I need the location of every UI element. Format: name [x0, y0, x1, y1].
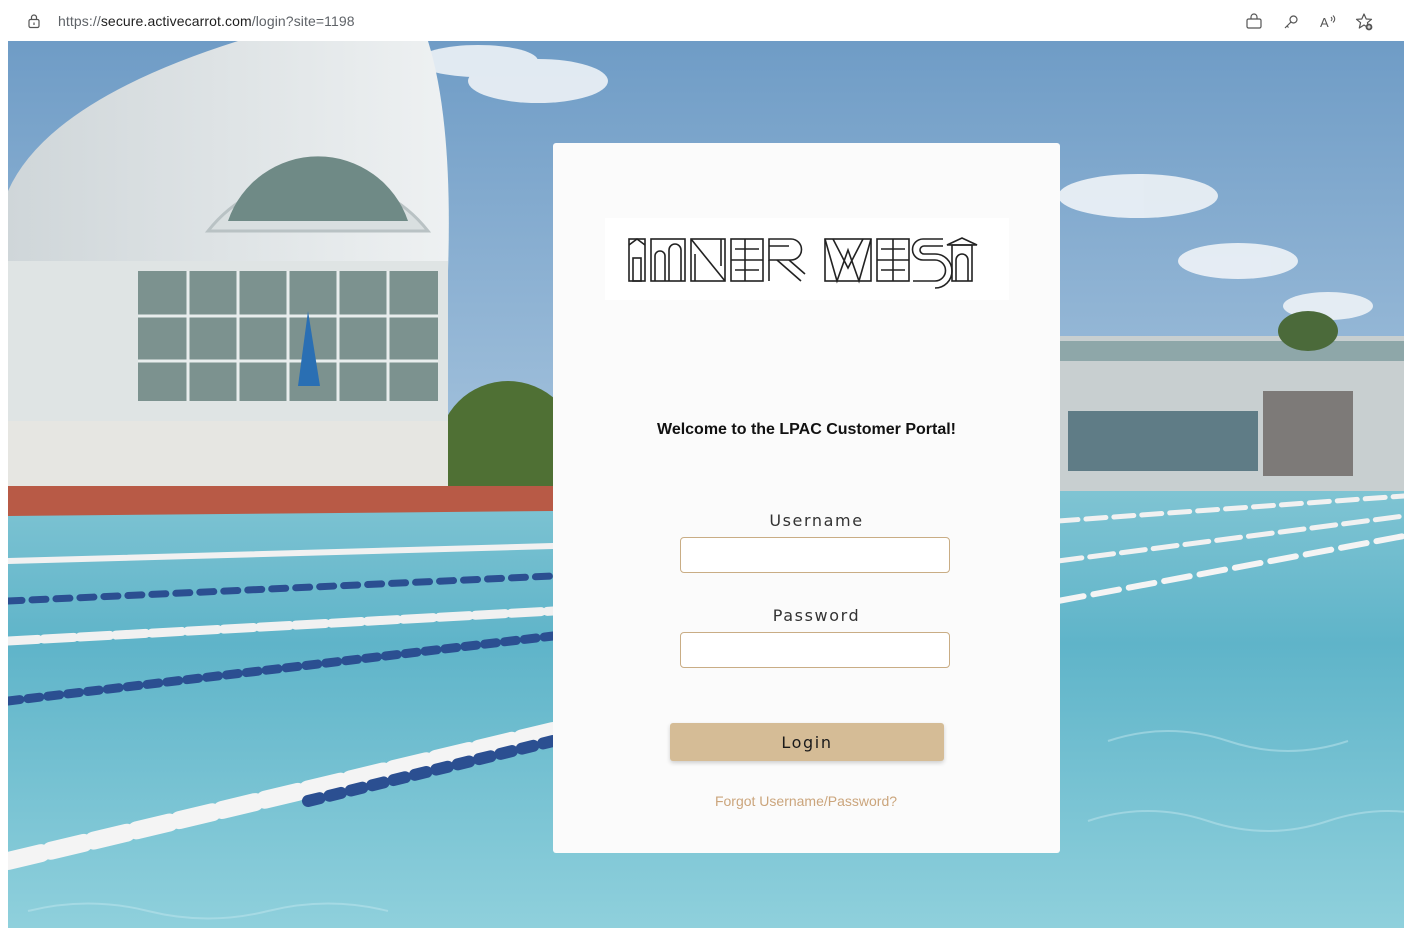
key-icon[interactable]: [1281, 12, 1301, 32]
address-bar[interactable]: https://secure.activecarrot.com/login?si…: [8, 4, 1392, 38]
favorite-add-icon[interactable]: [1354, 12, 1374, 32]
forgot-credentials-link[interactable]: Forgot Username/Password?: [553, 793, 1059, 809]
url-path: /login?site=1198: [251, 13, 355, 29]
svg-text:A: A: [1320, 15, 1329, 30]
inner-west-logo: [605, 218, 1009, 300]
url-text[interactable]: https://secure.activecarrot.com/login?si…: [58, 13, 355, 29]
bag-icon[interactable]: [1244, 12, 1264, 32]
url-prefix: https://: [58, 13, 101, 29]
login-button[interactable]: Login: [670, 723, 944, 761]
read-aloud-icon[interactable]: A: [1318, 12, 1338, 32]
password-label: Password: [772, 606, 861, 625]
username-input[interactable]: [680, 537, 950, 573]
url-host: secure.activecarrot.com: [100, 13, 252, 29]
login-card: Welcome to the LPAC Customer Portal! Use…: [553, 143, 1060, 853]
welcome-heading: Welcome to the LPAC Customer Portal!: [657, 421, 956, 438]
password-input[interactable]: [680, 632, 950, 668]
lock-icon[interactable]: [26, 13, 42, 29]
username-label: Username: [769, 511, 864, 530]
